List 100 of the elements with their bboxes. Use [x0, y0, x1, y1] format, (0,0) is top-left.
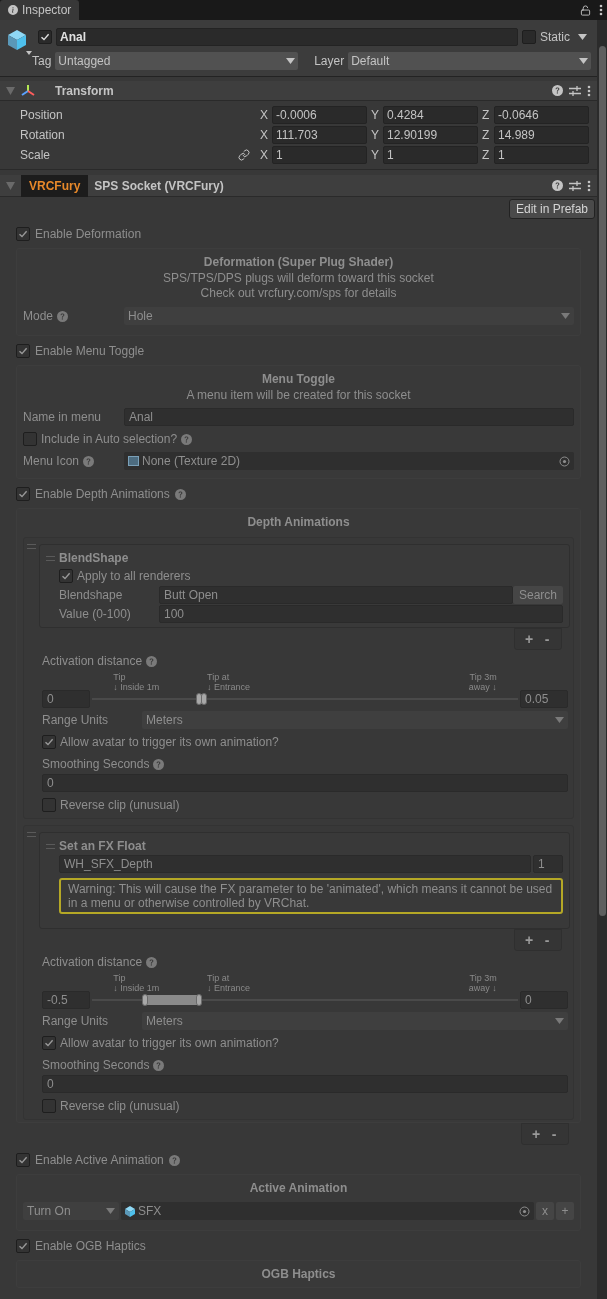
axis-label: X — [260, 107, 268, 124]
number-field[interactable]: 1 — [272, 146, 367, 164]
property-label: Rotation — [20, 127, 66, 144]
check-icon — [18, 1155, 28, 1165]
check-icon — [18, 346, 28, 356]
cube-icon — [125, 1205, 135, 1217]
target-icon[interactable] — [519, 1205, 530, 1217]
inspector-tab[interactable]: Inspector — [0, 0, 80, 20]
lock-icon[interactable] — [580, 4, 591, 16]
section-title: Deformation (Super Plug Shader) — [202, 254, 395, 271]
description-text: Check out vrcfury.com/sps for details — [199, 286, 398, 301]
check-icon — [18, 1241, 28, 1251]
field-label: Blendshape — [59, 587, 124, 604]
scrollbar[interactable] — [597, 20, 607, 1299]
option-label: Allow avatar to trigger its own animation? — [60, 734, 279, 751]
object-field-value: SFX — [138, 1203, 163, 1220]
section-title: Active Animation — [248, 1180, 349, 1197]
object-field-value: None (Texture 2D) — [142, 453, 242, 470]
tick-label: Tip at ↓ Entrance — [207, 672, 251, 692]
checkbox[interactable] — [522, 30, 536, 44]
axes-icon — [21, 84, 35, 97]
dropdown-caret-icon — [555, 1018, 564, 1024]
tick-label: Tip at ↓ Entrance — [207, 973, 251, 993]
dropdown-caret-icon — [555, 717, 564, 723]
number-field[interactable]: 1 — [494, 146, 589, 164]
option-label: Allow avatar to trigger its own animation? — [60, 1035, 279, 1052]
vrcfury-badge: VRCFury — [21, 174, 89, 197]
field-label: Activation distance — [42, 653, 143, 670]
layer-dropdown[interactable]: Default — [348, 52, 591, 70]
action-title: BlendShape — [59, 550, 129, 567]
field-label: Mode — [23, 308, 54, 325]
drag-handle-icon[interactable] — [46, 843, 55, 849]
tick-label: Tip 3m away ↓ — [468, 973, 497, 993]
component-title: Transform — [55, 82, 115, 100]
sliders-icon[interactable] — [569, 84, 581, 97]
field-label: Range Units — [42, 1013, 110, 1030]
section-title: OGB Haptics — [260, 1266, 337, 1283]
dropdown-caret-icon — [561, 313, 570, 319]
field-label: Name in menu — [23, 409, 103, 426]
edit-in-prefab-tooltip: Edit in Prefab — [508, 199, 595, 219]
texture-icon — [128, 456, 139, 466]
more-icon[interactable] — [599, 4, 603, 16]
toggle-label: Enable Active Animation — [35, 1152, 164, 1169]
drag-handle-icon[interactable] — [27, 832, 36, 837]
drag-handle-icon[interactable] — [27, 544, 36, 549]
check-icon — [40, 32, 50, 42]
number-field[interactable]: 1 — [383, 146, 478, 164]
tag-label: Tag — [32, 53, 52, 70]
drag-handle-icon[interactable] — [46, 555, 55, 561]
number-field[interactable]: 0.4284 — [383, 106, 478, 124]
option-label: Reverse clip (unusual) — [60, 1098, 180, 1115]
number-field[interactable]: 111.703 — [272, 126, 367, 144]
more-icon[interactable] — [587, 179, 591, 192]
option-label: Reverse clip (unusual) — [60, 797, 180, 814]
checkbox[interactable] — [38, 30, 52, 44]
axis-label: Z — [482, 107, 490, 124]
sliders-icon[interactable] — [569, 179, 581, 192]
field-label: Menu Icon — [23, 453, 80, 470]
object-name-field[interactable]: Anal — [56, 28, 518, 46]
check-icon — [61, 571, 71, 581]
axis-label: Y — [371, 107, 379, 124]
check-icon — [44, 1038, 54, 1048]
number-field[interactable]: -0.0006 — [272, 106, 367, 124]
link-icon[interactable] — [238, 149, 250, 161]
toggle-label: Enable Menu Toggle — [35, 343, 145, 360]
help-icon[interactable] — [552, 180, 563, 191]
axis-label: Z — [482, 147, 490, 164]
check-icon — [18, 229, 28, 239]
field-label: Activation distance — [42, 954, 143, 971]
field-label: Smoothing Seconds — [42, 756, 150, 773]
property-label: Scale — [20, 147, 52, 164]
section-title: Menu Toggle — [260, 371, 337, 388]
option-label: Include in Auto selection? — [41, 431, 178, 448]
axis-label: Y — [371, 127, 379, 144]
number-field[interactable]: 12.90199 — [383, 126, 478, 144]
dropdown-caret-icon — [106, 1208, 115, 1214]
warning-message: Warning: This will cause the FX parameter to be 'animated', which means it cannot be used in a menu or otherwise controlled by VRChat. — [59, 878, 563, 914]
field-label: Smoothing Seconds — [42, 1057, 150, 1074]
tag-dropdown[interactable]: Untagged — [55, 52, 299, 70]
check-icon — [44, 737, 54, 747]
help-icon[interactable] — [552, 85, 563, 96]
axis-label: Z — [482, 127, 490, 144]
dropdown-caret-icon — [579, 58, 588, 64]
tick-label: Tip ↓ Inside 1m — [113, 672, 160, 692]
number-field[interactable]: -0.0646 — [494, 106, 589, 124]
static-label: Static — [540, 29, 570, 46]
component-header[interactable]: Transform — [0, 81, 597, 101]
number-field[interactable]: 14.989 — [494, 126, 589, 144]
description-text: A menu item will be created for this socket — [185, 388, 412, 403]
info-icon — [8, 5, 18, 15]
option-label: Apply to all renderers — [77, 568, 191, 585]
component-title: SPS Socket (VRCFury) — [94, 177, 225, 195]
toggle-label: Enable Deformation — [35, 226, 142, 243]
axis-label: X — [260, 147, 268, 164]
tick-label: Tip ↓ Inside 1m — [113, 973, 160, 993]
more-icon[interactable] — [587, 84, 591, 97]
tick-label: Tip 3m away ↓ — [468, 672, 497, 692]
axis-label: Y — [371, 147, 379, 164]
slider-range[interactable] — [145, 995, 199, 1005]
cube-icon[interactable] — [6, 28, 32, 56]
